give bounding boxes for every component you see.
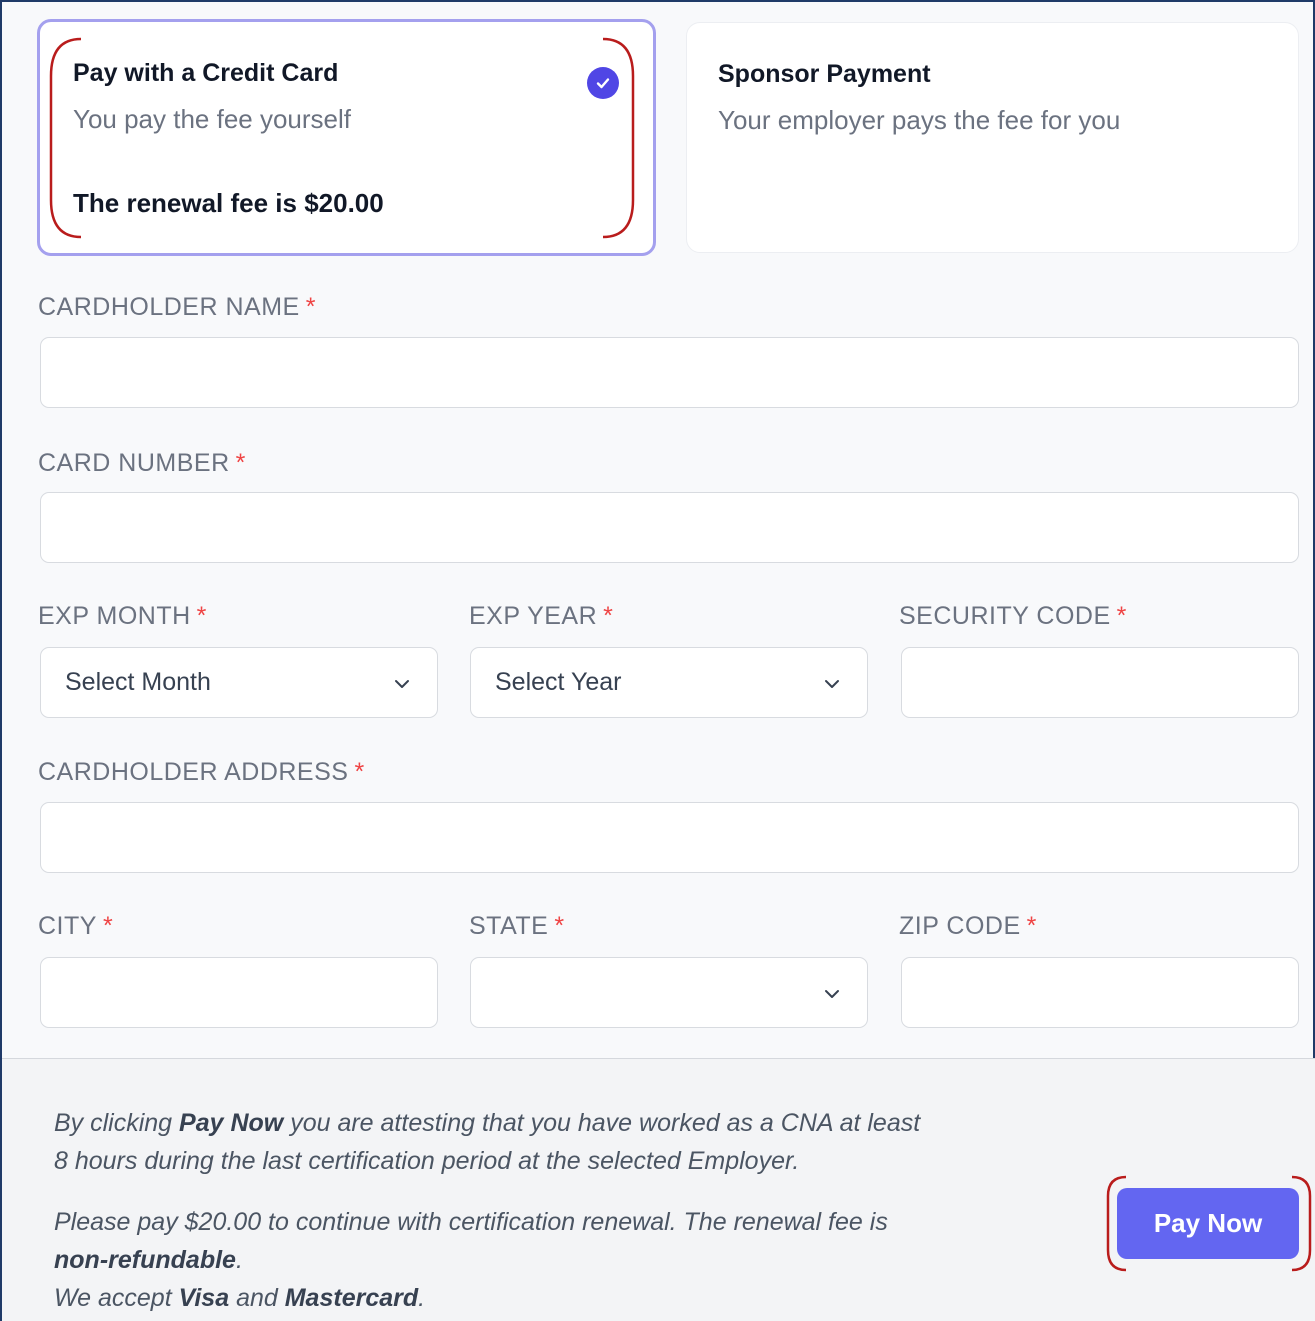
exp-month-selected: Select Month [65, 668, 211, 696]
zip-code-label: ZIP CODE * [899, 912, 1037, 941]
required-marker: * [196, 602, 207, 630]
annotation-bracket-right-icon [602, 37, 635, 239]
exp-year-label: EXP YEAR * [469, 602, 613, 631]
exp-year-selected: Select Year [495, 668, 622, 696]
accept-prefix: We accept [54, 1284, 179, 1312]
cardholder-address-input[interactable] [40, 802, 1299, 873]
payment-note-line2: non-refundable. [54, 1241, 243, 1279]
card-number-label-text: CARD NUMBER [38, 449, 230, 477]
exp-year-label-text: EXP YEAR [469, 602, 598, 630]
payment-note-end: . [235, 1246, 243, 1274]
zip-code-input[interactable] [901, 957, 1299, 1028]
cardholder-address-label: CARDHOLDER ADDRESS * [38, 758, 365, 787]
city-label-text: CITY [38, 912, 97, 940]
non-refundable-text: non-refundable [54, 1246, 236, 1274]
security-code-label-text: SECURITY CODE [899, 602, 1111, 630]
accept-mastercard: Mastercard [284, 1284, 419, 1312]
cardholder-name-label: CARDHOLDER NAME * [38, 293, 316, 322]
chevron-down-icon [825, 680, 839, 688]
payment-note-line1: Please pay $20.00 to continue with certi… [54, 1208, 888, 1236]
accept-and: and [229, 1284, 285, 1312]
payment-panel: Pay with a Credit Card You pay the fee y… [0, 0, 1315, 1321]
footer-divider [2, 1058, 1315, 1059]
exp-month-select[interactable]: Select Month [40, 647, 438, 718]
chevron-down-icon [825, 990, 839, 998]
state-select[interactable] [470, 957, 868, 1028]
required-marker: * [554, 912, 565, 940]
card-number-input[interactable] [40, 492, 1299, 563]
zip-code-label-text: ZIP CODE [899, 912, 1021, 940]
required-marker: * [1116, 602, 1127, 630]
sponsor-payment-option[interactable]: Sponsor Payment Your employer pays the f… [686, 22, 1299, 253]
annotation-bracket-left-icon [49, 37, 82, 239]
required-marker: * [102, 912, 114, 940]
required-marker: * [305, 293, 316, 321]
annotation-bracket-right-icon [1291, 1175, 1312, 1272]
exp-year-select[interactable]: Select Year [470, 647, 868, 718]
required-marker: * [354, 758, 365, 786]
attest-prefix: By clicking [54, 1109, 180, 1137]
credit-card-option-title: Pay with a Credit Card [73, 59, 339, 87]
required-marker: * [603, 602, 614, 630]
exp-month-label-text: EXP MONTH [38, 602, 191, 630]
credit-card-option-subtitle: You pay the fee yourself [73, 104, 352, 134]
accepted-cards-text: We accept Visa and Mastercard. [54, 1279, 425, 1317]
sponsor-option-title: Sponsor Payment [718, 60, 931, 88]
state-label: STATE * [469, 912, 565, 941]
credit-card-option[interactable]: Pay with a Credit Card You pay the fee y… [37, 19, 656, 256]
state-label-text: STATE [469, 912, 549, 940]
required-marker: * [235, 449, 246, 477]
sponsor-option-subtitle: Your employer pays the fee for you [718, 105, 1121, 135]
attest-bold: Pay Now [179, 1109, 284, 1137]
accept-end: . [418, 1284, 426, 1312]
renewal-fee-text: The renewal fee is $20.00 [73, 188, 384, 218]
exp-month-label: EXP MONTH * [38, 602, 207, 631]
security-code-input[interactable] [901, 647, 1299, 718]
accept-visa: Visa [178, 1284, 230, 1312]
card-number-label: CARD NUMBER * [38, 449, 246, 478]
cardholder-address-label-text: CARDHOLDER ADDRESS [38, 758, 349, 786]
city-label: CITY * [38, 912, 113, 941]
attest-rest: you are attesting that you have worked a… [283, 1109, 921, 1137]
required-marker: * [1026, 912, 1037, 940]
security-code-label: SECURITY CODE * [899, 602, 1127, 631]
cardholder-name-label-text: CARDHOLDER NAME [38, 293, 300, 321]
attestation-text-line1: By clicking Pay Now you are attesting th… [54, 1104, 920, 1142]
chevron-down-icon [395, 680, 409, 688]
annotation-bracket-left-icon [1106, 1175, 1127, 1272]
cardholder-name-input[interactable] [40, 337, 1299, 408]
attestation-text-line2: 8 hours during the last certification pe… [54, 1147, 800, 1175]
pay-now-button[interactable]: Pay Now [1117, 1188, 1299, 1259]
city-input[interactable] [40, 957, 438, 1028]
